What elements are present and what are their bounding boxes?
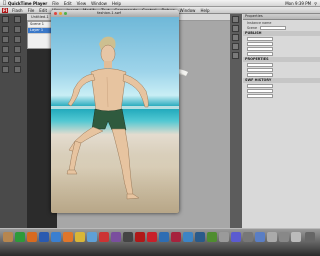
quicktime-titlebar[interactable]: fashion-1.swf [51, 10, 179, 17]
selection-tool-icon[interactable] [2, 16, 9, 23]
panel-icon-strip [230, 14, 242, 242]
line-tool-icon[interactable] [2, 46, 9, 53]
lasso-tool-icon[interactable] [14, 26, 22, 33]
subselect-tool-icon[interactable] [14, 16, 22, 23]
menu-window[interactable]: Window [91, 1, 107, 6]
dreamweaver-icon[interactable] [183, 232, 193, 242]
ical-icon[interactable] [87, 232, 97, 242]
downloads-icon[interactable] [255, 232, 265, 242]
script-select[interactable] [247, 41, 273, 46]
video-frame[interactable] [51, 17, 179, 213]
bucket-tool-icon[interactable] [2, 66, 9, 73]
system-prefs-icon[interactable] [231, 232, 241, 242]
utility-icon[interactable] [243, 232, 253, 242]
dancing-man-illustration [66, 36, 149, 200]
word-icon[interactable] [39, 232, 49, 242]
photoshop-icon[interactable] [159, 232, 169, 242]
itunes-icon[interactable] [111, 232, 121, 242]
documents-icon[interactable] [267, 232, 277, 242]
dock [0, 228, 320, 256]
menu-file[interactable]: File [52, 1, 59, 6]
bridge-icon[interactable] [195, 232, 205, 242]
library-icon[interactable] [232, 25, 239, 32]
flash-icon[interactable] [135, 232, 145, 242]
window-title: fashion-1.swf [97, 11, 121, 15]
class-field[interactable] [247, 46, 273, 51]
history-entry [247, 88, 273, 93]
stack-icon[interactable] [291, 232, 301, 242]
profile-row [243, 51, 320, 56]
flash-logo: Fl [2, 7, 9, 13]
history-row [243, 93, 320, 98]
properties-icon[interactable] [232, 16, 239, 23]
color-icon[interactable] [232, 34, 239, 41]
mail-icon[interactable] [75, 232, 85, 242]
stage-color-row [243, 72, 320, 77]
safari-icon[interactable] [51, 232, 61, 242]
firefox-icon[interactable] [63, 232, 73, 242]
eyedropper-tool-icon[interactable] [14, 66, 22, 73]
finder-icon[interactable] [3, 232, 13, 242]
stage-color-swatch[interactable] [247, 72, 273, 77]
flash-menu-window[interactable]: Window [180, 8, 196, 13]
minimize-button[interactable] [59, 12, 62, 15]
instance-name-label: Instance name [247, 20, 272, 25]
menu-help[interactable]: Help [112, 1, 121, 6]
flash-menu-file[interactable]: File [28, 8, 35, 13]
pencil-tool-icon[interactable] [2, 56, 9, 63]
scene-label: Scene [247, 25, 258, 30]
menu-app-name[interactable]: QuickTime Player [8, 1, 47, 6]
scene-row: Scene [243, 25, 320, 30]
quicktime-window[interactable]: fashion-1.swf [51, 10, 179, 213]
app-icon[interactable] [207, 232, 217, 242]
powerpoint-icon[interactable] [27, 232, 37, 242]
excel-icon[interactable] [15, 232, 25, 242]
player-select[interactable] [247, 36, 273, 41]
close-button[interactable] [54, 12, 57, 15]
zoom-button[interactable] [64, 12, 67, 15]
flash-app-menu[interactable]: Flash [12, 8, 22, 13]
history-entry [247, 93, 273, 98]
history-entry [247, 83, 273, 88]
illustrator-icon[interactable] [147, 232, 157, 242]
free-transform-tool-icon[interactable] [2, 26, 9, 33]
menu-edit[interactable]: Edit [64, 1, 72, 6]
text-tool-icon[interactable] [14, 36, 22, 43]
scene-field[interactable] [260, 25, 287, 30]
applications-icon[interactable] [279, 232, 289, 242]
pen-tool-icon[interactable] [2, 36, 9, 43]
rectangle-tool-icon[interactable] [14, 46, 22, 53]
document-tab[interactable]: Untitled-1 [31, 15, 49, 19]
spotlight-icon[interactable]: ⚲ [314, 1, 317, 6]
indesign-icon[interactable] [171, 232, 181, 242]
acrobat-icon[interactable] [99, 232, 109, 242]
align-icon[interactable] [232, 43, 239, 50]
system-menubar:  QuickTime Player File Edit View Window… [0, 0, 320, 7]
flash-tools-panel [0, 14, 27, 242]
trash-icon[interactable] [305, 232, 315, 242]
clock[interactable]: Mon 9:39 PM [285, 1, 311, 6]
preview-icon[interactable] [219, 232, 229, 242]
transform-icon[interactable] [232, 52, 239, 59]
fps-field[interactable] [247, 62, 273, 67]
menu-view[interactable]: View [77, 1, 87, 6]
quicktime-icon[interactable] [123, 232, 133, 242]
profile-select[interactable] [247, 51, 273, 56]
properties-panel: Properties Instance name Scene PUBLISH P… [230, 14, 320, 242]
flash-menu-help[interactable]: Help [200, 8, 209, 13]
flash-menu-edit[interactable]: Edit [39, 8, 47, 13]
size-field[interactable] [247, 67, 273, 72]
brush-tool-icon[interactable] [14, 56, 22, 63]
